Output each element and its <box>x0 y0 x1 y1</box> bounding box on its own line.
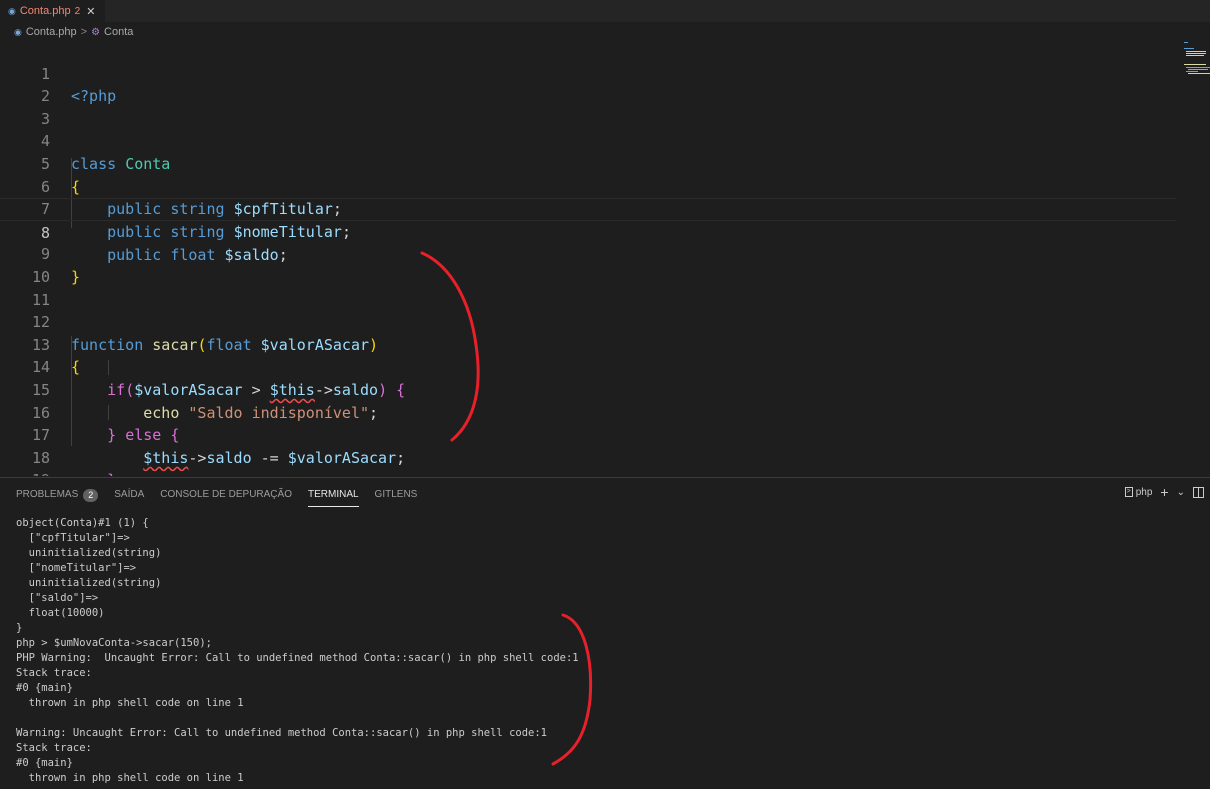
line-number: 19 <box>0 469 50 476</box>
code-line: 17 $this->saldo -= $valorASacar; <box>0 402 1176 467</box>
tab-problems-label: PROBLEMAS <box>16 489 79 500</box>
terminal-line: } <box>16 622 23 634</box>
tab-terminal-label: TERMINAL <box>307 489 359 500</box>
terminal-line: ["saldo"]=> <box>16 592 99 604</box>
code-line: 6 public string $cpfTitular; <box>0 153 1176 219</box>
close-icon[interactable]: ✕ <box>86 5 95 18</box>
breadcrumb-symbol[interactable]: Conta <box>104 26 133 38</box>
terminal-line: Stack trace: <box>16 742 92 754</box>
code-line: 12 function sacar(float $valorASacar) <box>0 289 1176 354</box>
code-line: 16 } else { <box>0 379 1176 445</box>
terminal-line: thrown in php shell code on line 1 <box>16 772 244 784</box>
code-line: 13 { <box>0 311 1176 377</box>
code-line: 10 <box>0 243 1176 286</box>
terminal-line: thrown in php shell code on line 1 <box>16 697 244 709</box>
terminal-line: php > $umNovaConta->sacar(150); <box>16 637 212 649</box>
tab-filename: Conta.php <box>19 5 71 17</box>
terminal-line: #0 {main} <box>16 682 73 694</box>
code-line: 18 } <box>0 424 1176 476</box>
code-line: 14 if($valorASacar > $this->saldo) { <box>0 334 1176 399</box>
code-line: 2 <box>0 63 1176 105</box>
tab-debug-console[interactable]: CONSOLE DE DEPURAÇÃO <box>160 484 292 506</box>
code-line: 1 <?php <box>0 40 1176 106</box>
tab-problem-count: 2 <box>74 5 81 17</box>
class-symbol-icon: ⚙ <box>91 26 101 38</box>
terminal-line: Stack trace: <box>16 667 92 679</box>
tab-terminal[interactable]: TERMINAL <box>307 484 359 507</box>
editor-tab-bar: ◉ Conta.php 2 ✕ <box>0 0 1210 22</box>
terminal-line: #0 {main} <box>16 757 73 769</box>
code-line: 11 <box>0 266 1176 309</box>
terminal-icon: > <box>1124 487 1133 497</box>
add-terminal-icon[interactable]: + <box>1160 484 1168 500</box>
terminal-profile-label: php <box>1135 486 1153 498</box>
php-file-icon: ◉ <box>14 26 22 37</box>
code-line: 3 <box>0 85 1176 128</box>
bottom-panel: PROBLEMAS 2 SAÍDA CONSOLE DE DEPURAÇÃO T… <box>0 477 1210 789</box>
panel-actions: > php + ⌄ <box>1124 484 1204 500</box>
terminal-line: float(10000) <box>16 607 105 619</box>
breadcrumb-file[interactable]: Conta.php <box>26 26 77 38</box>
tab-debug-console-label: CONSOLE DE DEPURAÇÃO <box>160 489 292 500</box>
tab-problems[interactable]: PROBLEMAS 2 <box>16 484 99 506</box>
tab-gitlens[interactable]: GITLENS <box>375 484 418 506</box>
code-line: 19 } <box>0 447 1176 476</box>
breadcrumb: ◉ Conta.php > ⚙ Conta <box>0 22 1210 42</box>
terminal-line: ["nomeTitular"]=> <box>16 562 137 574</box>
terminal-line: object(Conta)#1 (1) { <box>16 517 149 529</box>
code-line: 9 } <box>0 221 1176 286</box>
tab-output[interactable]: SAÍDA <box>114 484 144 506</box>
tab-gitlens-label: GITLENS <box>374 489 418 500</box>
tab-conta-php[interactable]: ◉ Conta.php 2 ✕ <box>0 0 106 22</box>
problems-count-badge: 2 <box>83 488 99 502</box>
breadcrumb-separator: > <box>80 26 88 38</box>
terminal-profile[interactable]: > php <box>1124 486 1153 498</box>
code-editor[interactable]: 1 <?php 2 3 4 class Conta 5 { 6 public s… <box>0 40 1210 476</box>
code-line: 7 public string $nomeTitular; <box>0 176 1176 241</box>
code-line: 5 { <box>0 130 1176 196</box>
split-terminal-icon[interactable] <box>1193 486 1204 498</box>
tab-output-label: SAÍDA <box>114 489 145 500</box>
php-file-icon: ◉ <box>8 5 16 16</box>
minimap[interactable] <box>1180 40 1210 100</box>
code-line-active: 8 public float $saldo; <box>0 198 1176 264</box>
terminal-line: PHP Warning: Uncaught Error: Call to und… <box>16 652 579 664</box>
panel-tabs: PROBLEMAS 2 SAÍDA CONSOLE DE DEPURAÇÃO T… <box>16 484 417 508</box>
code-line: 15 echo "Saldo indisponível"; <box>0 356 1176 422</box>
code-line: 4 class Conta <box>0 108 1176 173</box>
terminal-line: uninitialized(string) <box>16 577 162 589</box>
terminal-line: uninitialized(string) <box>16 547 162 559</box>
terminal-line: Warning: Uncaught Error: Call to undefin… <box>16 727 548 739</box>
terminal-output[interactable]: object(Conta)#1 (1) { ["cpfTitular"]=> u… <box>16 516 579 786</box>
chevron-down-icon[interactable]: ⌄ <box>1177 487 1185 498</box>
terminal-line: ["cpfTitular"]=> <box>16 532 130 544</box>
